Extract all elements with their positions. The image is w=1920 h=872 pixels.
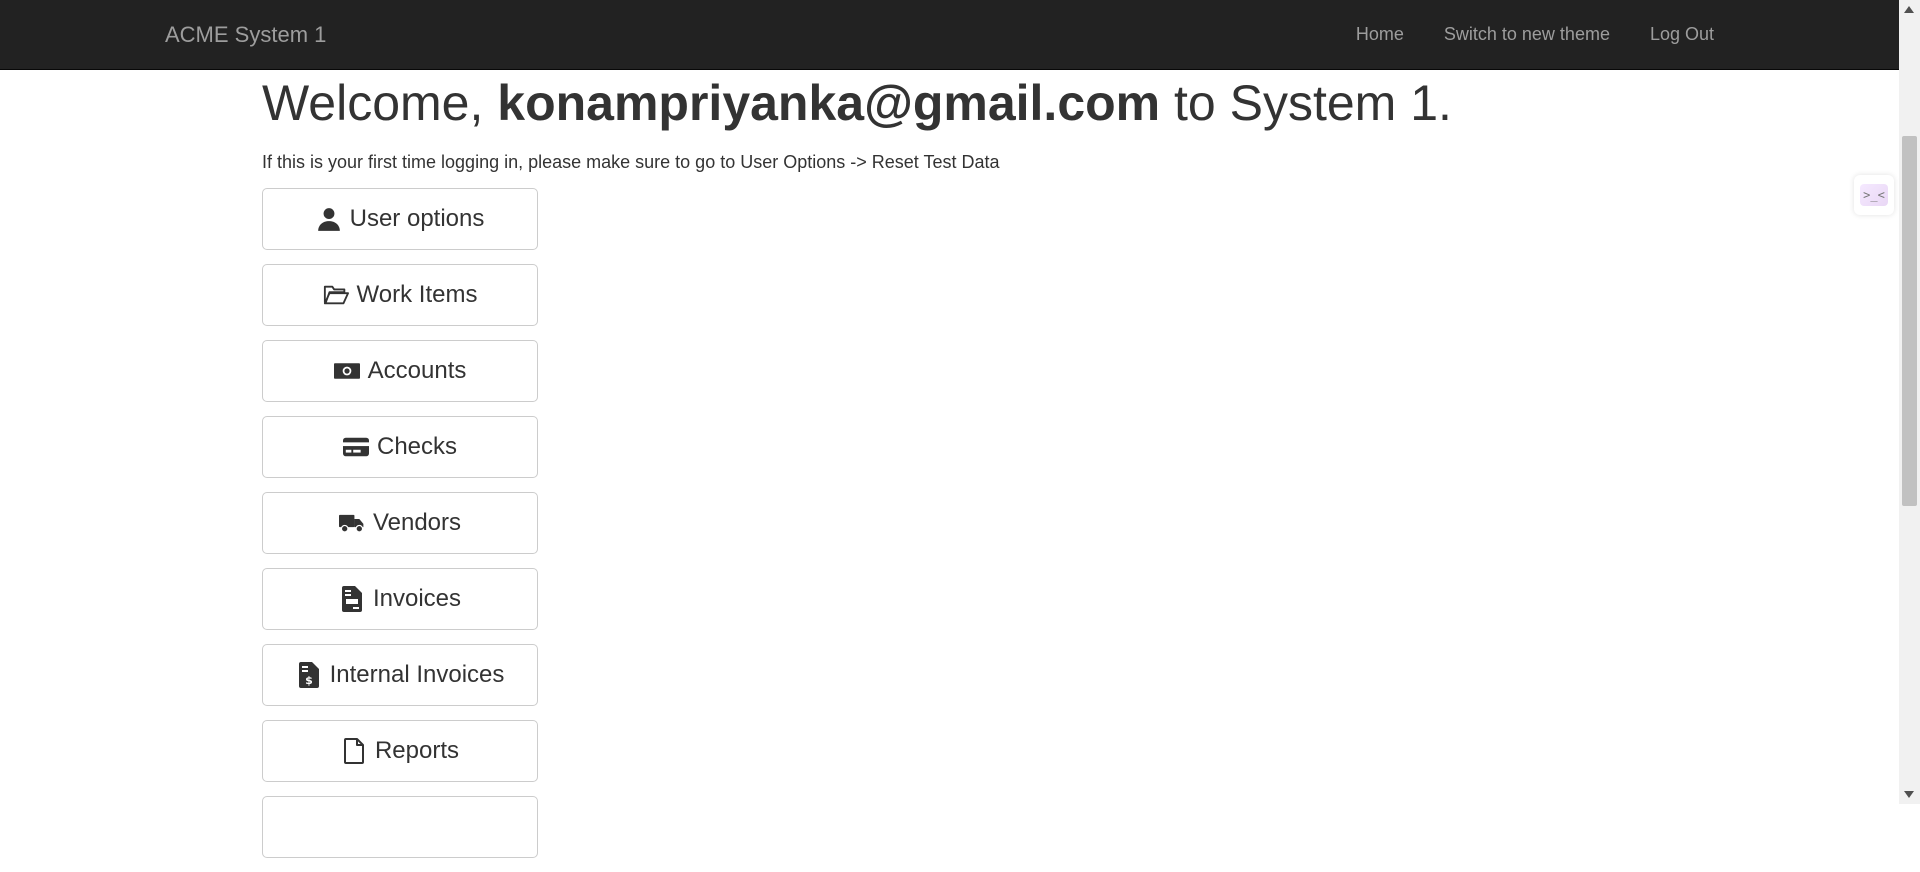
checks-button[interactable]: Checks [262, 416, 538, 478]
invoices-button[interactable]: Invoices [262, 568, 538, 630]
user-icon [317, 208, 340, 231]
internal-invoices-button[interactable]: $ Internal Invoices [262, 644, 538, 706]
money-bill-icon [333, 363, 360, 379]
welcome-suffix: to System 1. [1160, 75, 1452, 131]
credit-card-icon [342, 437, 369, 457]
work-items-label: Work Items [356, 281, 478, 308]
reports-button[interactable]: Reports [262, 720, 538, 782]
more-menu-button[interactable] [262, 796, 538, 858]
welcome-heading: Welcome, konampriyanka@gmail.com to Syst… [262, 71, 1662, 135]
nav-home-link[interactable]: Home [1336, 0, 1424, 69]
vendors-button[interactable]: Vendors [262, 492, 538, 554]
file-invoice-dollar-icon: $ [298, 662, 319, 688]
scrollbar-thumb[interactable] [1902, 136, 1917, 506]
page-scrollbar[interactable] [1899, 0, 1920, 804]
brand-link[interactable]: ACME System 1 [165, 0, 326, 69]
work-items-button[interactable]: Work Items [262, 264, 538, 326]
vendors-label: Vendors [372, 509, 462, 536]
welcome-email: konampriyanka@gmail.com [497, 75, 1161, 131]
user-options-label: User options [349, 205, 485, 232]
accounts-label: Accounts [367, 357, 467, 384]
nav-switch-theme-link[interactable]: Switch to new theme [1424, 0, 1630, 69]
nav-links: Home Switch to new theme Log Out [1336, 0, 1734, 69]
checks-label: Checks [376, 433, 458, 460]
scroll-down-arrow-icon[interactable] [1904, 791, 1914, 798]
assistant-widget-icon: >_< [1860, 184, 1888, 206]
top-navbar: ACME System 1 Home Switch to new theme L… [0, 0, 1899, 70]
internal-invoices-label: Internal Invoices [329, 661, 505, 688]
svg-text:$: $ [305, 674, 313, 687]
file-icon [343, 738, 364, 764]
user-options-button[interactable]: User options [262, 188, 538, 250]
nav-logout-link[interactable]: Log Out [1630, 0, 1734, 69]
truck-icon [338, 514, 364, 533]
reports-label: Reports [374, 737, 460, 764]
invoices-label: Invoices [372, 585, 462, 612]
welcome-prefix: Welcome, [262, 75, 498, 131]
main-content: Welcome, konampriyanka@gmail.com to Syst… [262, 69, 1662, 872]
accounts-button[interactable]: Accounts [262, 340, 538, 402]
first-login-hint: If this is your first time logging in, p… [262, 152, 1000, 172]
scroll-up-arrow-icon[interactable] [1904, 6, 1914, 13]
main-menu: User options Work Items Accounts Checks … [262, 188, 1662, 858]
file-invoice-icon [341, 586, 362, 612]
folder-open-icon [323, 285, 349, 305]
assistant-widget[interactable]: >_< [1854, 175, 1894, 215]
